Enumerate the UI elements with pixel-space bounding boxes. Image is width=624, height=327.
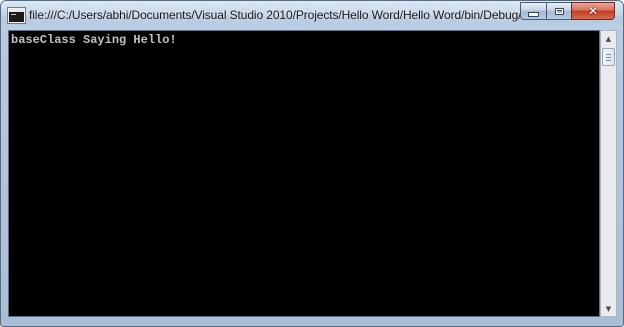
close-icon: ✕ xyxy=(587,4,599,18)
title-bar[interactable]: file:///C:/Users/abhi/Documents/Visual S… xyxy=(1,1,623,30)
scroll-thumb[interactable] xyxy=(602,48,615,66)
console-app-icon[interactable] xyxy=(8,8,25,23)
console-window: file:///C:/Users/abhi/Documents/Visual S… xyxy=(0,0,624,327)
scroll-grip-line xyxy=(606,60,611,61)
console-output-area[interactable]: baseClass Saying Hello! xyxy=(8,30,600,317)
caption-buttons: ✕ xyxy=(520,2,615,21)
window-title: file:///C:/Users/abhi/Documents/Visual S… xyxy=(29,8,532,22)
scroll-grip-line xyxy=(606,57,611,58)
maximize-button[interactable] xyxy=(546,2,571,20)
vertical-scrollbar[interactable]: ▲ ▼ xyxy=(600,30,617,317)
console-output-text: baseClass Saying Hello! xyxy=(11,33,177,47)
scroll-grip-line xyxy=(606,54,611,55)
minimize-button[interactable] xyxy=(520,2,546,20)
maximize-icon xyxy=(554,7,564,15)
minimize-icon xyxy=(528,11,539,17)
scroll-down-arrow-icon[interactable]: ▼ xyxy=(601,301,616,316)
scroll-up-arrow-icon[interactable]: ▲ xyxy=(601,31,616,46)
close-button[interactable]: ✕ xyxy=(571,2,615,20)
